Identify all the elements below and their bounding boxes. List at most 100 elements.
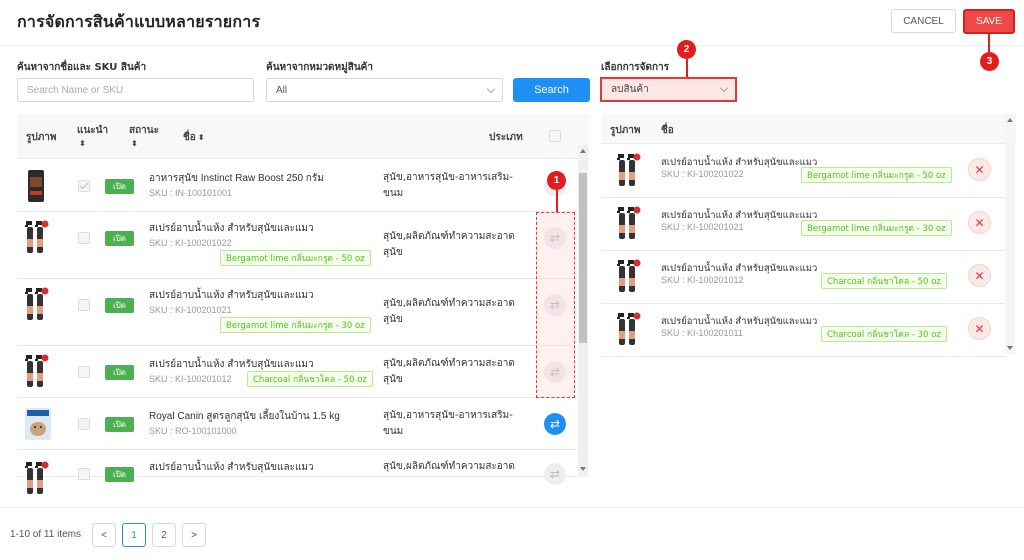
col-image-header: รูปภาพ bbox=[26, 132, 57, 143]
action-select[interactable]: ลบสินค้า bbox=[600, 77, 737, 102]
save-button[interactable]: SAVE bbox=[963, 9, 1015, 34]
page-1-button[interactable]: 1 bbox=[122, 523, 146, 547]
select-all-checkbox[interactable] bbox=[549, 130, 561, 142]
badge-2-connector bbox=[686, 59, 688, 77]
product-sku: SKU : KI-100201012 bbox=[661, 275, 744, 285]
product-category: สุนัข,ผลิตภัณฑ์ทำความสะอาดสุนัข bbox=[383, 231, 515, 258]
col-status-label: สถานะ bbox=[129, 125, 159, 136]
variant-tag: Bergamot lime กลิ่นมะกรูด - 50 oz bbox=[801, 167, 952, 183]
col-type-header: ประเภท bbox=[489, 132, 523, 143]
action-select-value: ลบสินค้า bbox=[611, 84, 649, 95]
recommend-checkbox[interactable] bbox=[78, 299, 90, 311]
sort-icon: ⬍ bbox=[197, 133, 205, 142]
table-row[interactable]: เปิด สเปรย์อาบน้ำแห้ง สำหรับสุนัขและแมว SK… bbox=[17, 212, 577, 279]
spray-bottles-icon bbox=[23, 286, 49, 324]
product-sku: SKU : KI-100201021 bbox=[149, 305, 232, 315]
col-name-header[interactable]: ชื่อ ⬍ bbox=[183, 130, 205, 145]
search-input[interactable]: Search Name or SKU bbox=[17, 78, 254, 102]
category-select-value: All bbox=[276, 84, 288, 96]
category-select[interactable]: All bbox=[266, 78, 503, 102]
right-table-header: รูปภาพ ชื่อ bbox=[601, 114, 1016, 144]
scroll-up-icon[interactable] bbox=[1007, 118, 1013, 122]
product-category: สุนัข,ผลิตภัณฑ์ทำความสะอาด bbox=[383, 461, 515, 472]
right-col-image-header: รูปภาพ bbox=[610, 125, 641, 136]
selected-row: สเปรย์อาบน้ำแห้ง สำหรับสุนัขและแมว SKU : … bbox=[601, 145, 1005, 198]
selected-row: สเปรย์อาบน้ำแห้ง สำหรับสุนัขและแมว SKU : … bbox=[601, 251, 1005, 304]
recommend-checkbox[interactable] bbox=[78, 232, 90, 244]
spray-bottles-icon bbox=[615, 258, 641, 296]
chevron-down-icon bbox=[486, 84, 496, 94]
product-name: อาหารสุนัข Instinct Raw Boost 250 กรัม bbox=[149, 173, 324, 184]
right-col-name-header: ชื่อ bbox=[661, 125, 674, 136]
remove-icon[interactable]: ✕ bbox=[968, 211, 991, 234]
product-name: สเปรย์อาบน้ำแห้ง สำหรับสุนัขและแมว bbox=[149, 223, 314, 234]
table-row[interactable]: เปิด สเปรย์อาบน้ำแห้ง สำหรับสุนัขและแมว SK… bbox=[17, 279, 577, 346]
next-page-button[interactable]: > bbox=[182, 523, 206, 547]
remove-icon[interactable]: ✕ bbox=[968, 317, 991, 340]
table-row[interactable]: เปิด สเปรย์อาบน้ำแห้ง สำหรับสุนัขและแมว SK… bbox=[17, 346, 577, 398]
right-table-scrollbar[interactable] bbox=[1005, 114, 1015, 354]
product-name: สเปรย์อาบน้ำแห้ง สำหรับสุนัขและแมว bbox=[149, 359, 314, 370]
recommend-checkbox[interactable] bbox=[78, 180, 90, 192]
recommend-checkbox[interactable] bbox=[78, 366, 90, 378]
product-category: สุนัข,ผลิตภัณฑ์ทำความสะอาดสุนัข bbox=[383, 358, 515, 385]
left-table-scrollbar[interactable] bbox=[578, 145, 588, 477]
variant-tag: Bergamot lime กลิ่นมะกรูด - 50 oz bbox=[220, 250, 371, 266]
scroll-up-icon[interactable] bbox=[580, 149, 586, 153]
remove-icon[interactable]: ✕ bbox=[968, 158, 991, 181]
spray-bottles-icon bbox=[615, 311, 641, 349]
recommend-checkbox[interactable] bbox=[78, 468, 90, 480]
scroll-down-icon[interactable] bbox=[1007, 346, 1013, 350]
step-badge-1: 1 bbox=[547, 171, 566, 190]
chevron-down-icon bbox=[719, 83, 729, 93]
status-badge[interactable]: เปิด bbox=[105, 231, 134, 246]
search-button[interactable]: Search bbox=[513, 78, 590, 102]
recommend-checkbox[interactable] bbox=[78, 418, 90, 430]
spray-bottles-icon bbox=[23, 219, 49, 257]
col-name-label: ชื่อ bbox=[183, 132, 196, 143]
selected-row: สเปรย์อาบน้ำแห้ง สำหรับสุนัขและแมว SKU : … bbox=[601, 198, 1005, 251]
product-sku: SKU : RO-100101000 bbox=[149, 426, 237, 436]
category-search-label: ค้นหาจากหมวดหมู่สินค้า bbox=[266, 62, 373, 73]
page-title: การจัดการสินค้าแบบหลายรายการ bbox=[17, 12, 261, 31]
product-name: สเปรย์อาบน้ำแห้ง สำหรับสุนัขและแมว bbox=[661, 316, 818, 327]
header-divider bbox=[0, 45, 1024, 46]
table-row[interactable]: เปิด สเปรย์อาบน้ำแห้ง สำหรับสุนัขและแมว สุ… bbox=[17, 450, 577, 494]
step-badge-2: 2 bbox=[677, 40, 696, 59]
left-table-header: รูปภาพ แนะนำ ⬍ สถานะ ⬍ ชื่อ ⬍ ประเภท bbox=[17, 114, 589, 159]
variant-tag: Charcoal กลิ่นชาโคล - 50 oz bbox=[821, 273, 947, 289]
action-label: เลือกการจัดการ bbox=[601, 62, 670, 73]
status-badge[interactable]: เปิด bbox=[105, 298, 134, 313]
product-sku: SKU : IN-100101001 bbox=[149, 188, 233, 198]
cancel-button[interactable]: CANCEL bbox=[891, 9, 956, 33]
variant-tag: Charcoal กลิ่นชาโคล - 30 oz bbox=[821, 326, 947, 342]
page-2-button[interactable]: 2 bbox=[152, 523, 176, 547]
status-badge[interactable]: เปิด bbox=[105, 179, 134, 194]
badge-3-connector bbox=[988, 34, 990, 52]
royal-canin-bag-icon bbox=[23, 405, 51, 443]
table-row[interactable]: เปิด อาหารสุนัข Instinct Raw Boost 250 กร… bbox=[17, 160, 577, 212]
swap-icon[interactable]: ⇄ bbox=[544, 413, 566, 435]
col-recommend-header[interactable]: แนะนำ ⬍ bbox=[77, 123, 108, 149]
scrollbar-thumb[interactable] bbox=[579, 173, 587, 343]
highlight-swap-column bbox=[536, 212, 575, 398]
pagination-summary: 1-10 of 11 items bbox=[10, 529, 81, 540]
swap-icon[interactable]: ⇄ bbox=[544, 463, 566, 485]
status-badge[interactable]: เปิด bbox=[105, 467, 134, 482]
product-name: สเปรย์อาบน้ำแห้ง สำหรับสุนัขและแมว bbox=[661, 210, 818, 221]
spray-bottles-icon bbox=[23, 460, 49, 498]
product-name: สเปรย์อาบน้ำแห้ง สำหรับสุนัขและแมว bbox=[661, 157, 818, 168]
table-row[interactable]: เปิด Royal Canin สูตรลูกสุนัข เลี้ยงในบ้า… bbox=[17, 398, 577, 450]
scroll-down-icon[interactable] bbox=[580, 467, 586, 471]
product-name: สเปรย์อาบน้ำแห้ง สำหรับสุนัขและแมว bbox=[149, 462, 314, 473]
product-category: สุนัข,อาหารสุนัข-อาหารเสริม-ขนม bbox=[383, 172, 513, 199]
product-sku: SKU : KI-100201012 bbox=[149, 374, 232, 384]
status-badge[interactable]: เปิด bbox=[105, 365, 134, 380]
remove-icon[interactable]: ✕ bbox=[968, 264, 991, 287]
prev-page-button[interactable]: < bbox=[92, 523, 116, 547]
status-badge[interactable]: เปิด bbox=[105, 417, 134, 432]
col-status-header[interactable]: สถานะ ⬍ bbox=[129, 123, 159, 149]
name-search-label: ค้นหาจากชื่อและ SKU สินค้า bbox=[17, 62, 147, 73]
product-name: สเปรย์อาบน้ำแห้ง สำหรับสุนัขและแมว bbox=[661, 263, 818, 274]
col-recommend-label: แนะนำ bbox=[77, 125, 109, 136]
